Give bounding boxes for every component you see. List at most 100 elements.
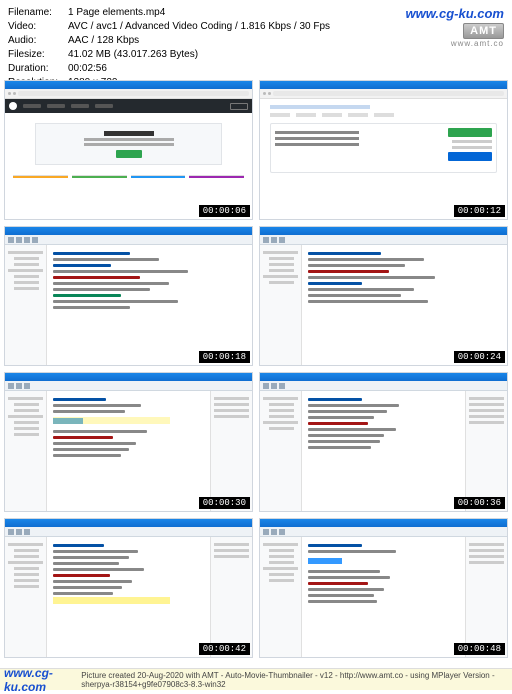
nav-dot: [268, 92, 271, 95]
meta-label: Video:: [8, 20, 68, 34]
meta-label: Filesize:: [8, 48, 68, 62]
explorer-panel: [5, 245, 47, 365]
ide-toolbar: [5, 381, 252, 391]
thumbnail: 00:00:24: [259, 226, 508, 366]
feature-strip: [13, 175, 244, 181]
nav-dot: [13, 92, 16, 95]
meta-value: 41.02 MB (43.017.263 Bytes): [68, 48, 504, 62]
explorer-panel: [260, 391, 302, 511]
ide-body: [260, 245, 507, 365]
meta-row-duration: Duration: 00:02:56: [8, 62, 504, 76]
highlight-line: [53, 597, 170, 604]
footer-bar: www.cg-ku.com Picture created 20-Aug-202…: [0, 668, 512, 690]
ide-body: [5, 537, 252, 657]
repo-panel: [260, 99, 507, 179]
timestamp-badge: 00:00:12: [454, 205, 505, 217]
meta-label: Audio:: [8, 34, 68, 48]
thumbnail-grid: 00:00:06: [4, 80, 508, 658]
ide-body: [260, 537, 507, 657]
thumbnail: 00:00:18: [4, 226, 253, 366]
nav-item: [95, 104, 113, 108]
explorer-panel: [5, 391, 47, 511]
signup-button: [116, 150, 142, 158]
window-titlebar: [5, 373, 252, 381]
tool-icon: [271, 237, 277, 243]
outline-panel: [465, 391, 507, 511]
window-titlebar: [5, 519, 252, 527]
signin-button: [230, 103, 248, 110]
nav-item: [47, 104, 65, 108]
window-titlebar: [5, 81, 252, 89]
tool-icon: [271, 529, 277, 535]
window-titlebar: [260, 519, 507, 527]
browser-body: [260, 99, 507, 219]
tool-icon: [279, 383, 285, 389]
tool-icon: [263, 529, 269, 535]
ide-body: [260, 391, 507, 511]
tool-icon: [271, 383, 277, 389]
breadcrumb: [270, 105, 370, 109]
thumbnail: 00:00:36: [259, 372, 508, 512]
outline-panel: [210, 391, 252, 511]
explorer-panel: [260, 245, 302, 365]
watermark-sub: www.amt.co: [406, 39, 504, 48]
meta-row-filesize: Filesize: 41.02 MB (43.017.263 Bytes): [8, 48, 504, 62]
editor-panel: [47, 391, 210, 511]
editor-panel: [302, 391, 465, 511]
clone-panel: [270, 123, 497, 173]
tool-icon: [24, 237, 30, 243]
timestamp-badge: 00:00:18: [199, 351, 250, 363]
browser-toolbar: [5, 89, 252, 99]
watermark-top: www.cg-ku.com AMT www.amt.co: [406, 6, 504, 48]
tool-icon: [8, 383, 14, 389]
text-selection: [308, 558, 342, 564]
window-titlebar: [260, 81, 507, 89]
timestamp-badge: 00:00:42: [199, 643, 250, 655]
browser-body: [5, 99, 252, 219]
ide-body: [5, 245, 252, 365]
site-header: [5, 99, 252, 113]
tool-icon: [24, 529, 30, 535]
tool-icon: [16, 529, 22, 535]
ide-toolbar: [5, 527, 252, 537]
github-logo-icon: [9, 102, 17, 110]
explorer-panel: [5, 537, 47, 657]
timestamp-badge: 00:00:30: [199, 497, 250, 509]
tool-icon: [279, 237, 285, 243]
thumbnail: 00:00:48: [259, 518, 508, 658]
meta-label: Duration:: [8, 62, 68, 76]
tool-icon: [24, 383, 30, 389]
explorer-panel: [260, 537, 302, 657]
thumbnail: 00:00:42: [4, 518, 253, 658]
watermark-url: www.cg-ku.com: [406, 6, 504, 21]
repo-tabs: [270, 113, 497, 117]
ide-toolbar: [260, 235, 507, 245]
download-button: [448, 152, 492, 161]
hero-panel: [35, 123, 222, 165]
tool-icon: [8, 529, 14, 535]
hero-heading: [104, 131, 154, 136]
ide-toolbar: [260, 381, 507, 391]
highlight-line: [53, 417, 170, 424]
address-bar: [18, 91, 249, 96]
ide-toolbar: [260, 527, 507, 537]
ide-body: [5, 391, 252, 511]
clone-actions: [418, 124, 496, 172]
editor-panel: [47, 537, 210, 657]
browser-toolbar: [260, 89, 507, 99]
nav-dot: [8, 92, 11, 95]
footer-watermark-url: www.cg-ku.com: [4, 666, 73, 694]
outline-panel: [210, 537, 252, 657]
tool-icon: [279, 529, 285, 535]
clone-button: [448, 128, 492, 137]
outline-panel: [465, 537, 507, 657]
timestamp-badge: 00:00:48: [454, 643, 505, 655]
ide-toolbar: [5, 235, 252, 245]
thumbnail: 00:00:30: [4, 372, 253, 512]
nav-item: [23, 104, 41, 108]
watermark-logo: AMT: [463, 23, 504, 39]
timestamp-badge: 00:00:24: [454, 351, 505, 363]
tool-icon: [263, 383, 269, 389]
editor-panel: [302, 245, 507, 365]
timestamp-badge: 00:00:36: [454, 497, 505, 509]
